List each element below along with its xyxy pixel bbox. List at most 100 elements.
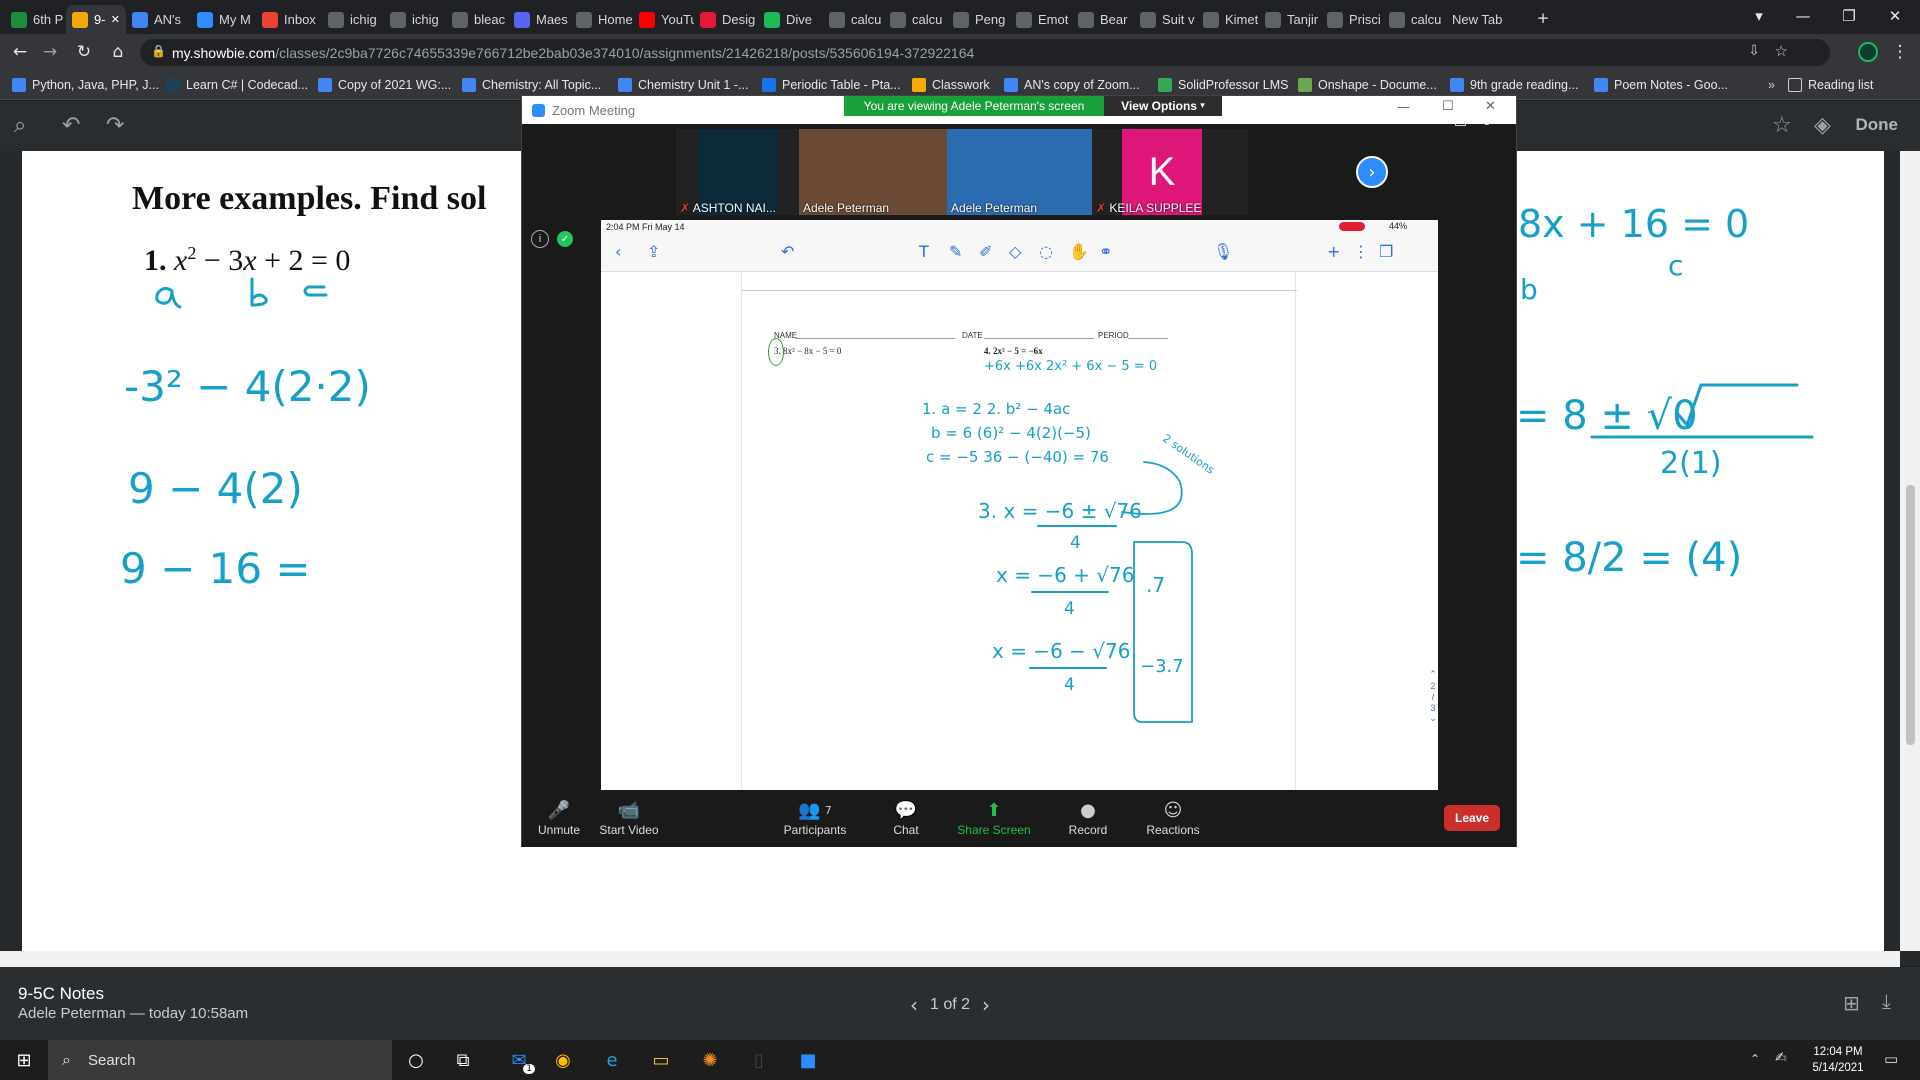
bookmark-item[interactable]: Chemistry Unit 1 -... <box>618 76 748 94</box>
mail-icon[interactable]: ✉ 1 <box>499 1044 539 1076</box>
participant-tile[interactable]: Adele Peterman <box>947 129 1103 215</box>
profile-avatar[interactable] <box>1856 40 1880 64</box>
browser-tab[interactable]: calcu <box>823 5 884 34</box>
fullscreen-icon[interactable]: ⤢ <box>1484 112 1495 128</box>
tray-chevron-icon[interactable]: ⌃ <box>1750 1052 1760 1066</box>
bookmark-item[interactable]: Onshape - Docume... <box>1298 76 1437 94</box>
next-page-icon[interactable]: › <box>982 993 990 1017</box>
worksheet-page[interactable]: NAME DATE PERIOD 3. 8x² − 8x − 5 = 0 4. … <box>741 272 1297 790</box>
leave-button[interactable]: Leave <box>1444 805 1500 831</box>
reactions-button[interactable]: ☺ Reactions <box>1128 797 1218 838</box>
participant-tile[interactable]: K ✗ KEILA SUPPLEE <box>1092 129 1248 215</box>
new-tab-icon[interactable]: + <box>1520 2 1566 34</box>
browser-tab[interactable]: Prisci <box>1321 5 1383 34</box>
taskbar-search[interactable]: ⌕ Search <box>48 1040 392 1080</box>
browser-tab[interactable]: 9- ✕ <box>66 5 126 34</box>
reload-icon[interactable]: ↻ <box>72 40 96 64</box>
browser-tab[interactable]: Bear <box>1072 5 1134 34</box>
minimize-icon[interactable]: — <box>1397 100 1410 115</box>
bookmark-item[interactable]: SolidProfessor LMS <box>1158 76 1288 94</box>
blender-icon[interactable]: ✺ <box>690 1044 730 1076</box>
shapes-icon[interactable]: ✋ <box>1069 242 1089 261</box>
browser-tab[interactable]: New Tab <box>1446 5 1516 34</box>
microphone-icon[interactable]: 🎙 <box>1213 242 1233 261</box>
page-scroller[interactable]: ⌃ 2 / 3 ⌄ <box>1426 670 1440 750</box>
prev-page-icon[interactable]: ‹ <box>910 993 918 1017</box>
chrome-icon[interactable]: ◉ <box>543 1044 583 1076</box>
browser-tab[interactable]: My M <box>191 5 256 34</box>
highlighter-icon[interactable]: ✐ <box>979 242 992 261</box>
share-icon[interactable]: ⇪ <box>647 242 660 261</box>
view-options-button[interactable]: View Options ▾ <box>1104 96 1222 116</box>
eraser-icon[interactable]: ◇ <box>1009 242 1021 261</box>
bookmarks-overflow-icon[interactable]: » <box>1768 76 1775 94</box>
tab-close-icon[interactable]: ✕ <box>111 13 120 26</box>
reading-list[interactable]: Reading list <box>1788 76 1873 94</box>
pen-tool-icon[interactable]: ✎ <box>949 242 962 261</box>
gallery-layout-icon[interactable]: ▤ <box>1454 112 1467 128</box>
browser-tab[interactable]: Tanjir <box>1259 5 1321 34</box>
meeting-info-icon[interactable]: i <box>531 230 549 248</box>
browser-tab[interactable]: Maes <box>508 5 570 34</box>
add-icon[interactable]: + <box>1327 242 1340 261</box>
scroll-up-icon[interactable]: ⌃ <box>1426 670 1440 681</box>
back-icon[interactable]: ← <box>8 40 32 64</box>
text-tool-icon[interactable]: T <box>919 242 929 261</box>
next-participants-icon[interactable]: › <box>1356 156 1388 188</box>
redo-icon[interactable]: ↷ <box>106 113 124 138</box>
bookmark-item[interactable]: Learn C# | Codecad... <box>166 76 308 94</box>
download-icon[interactable]: ⤓ <box>1882 989 1891 1013</box>
browser-menu-icon[interactable]: ⋮ <box>1888 40 1912 64</box>
browser-tab[interactable]: YouTu <box>633 5 694 34</box>
task-view-icon[interactable]: ⧉ <box>443 1044 483 1076</box>
minimize-icon[interactable]: — <box>1780 0 1826 32</box>
notifications-icon[interactable]: ▭ <box>1884 1050 1898 1068</box>
pages-icon[interactable]: ❐ <box>1379 242 1393 261</box>
browser-tab[interactable]: ichig <box>384 5 446 34</box>
layers-icon[interactable]: ◈ <box>1814 113 1831 138</box>
browser-tab[interactable]: Inbox <box>256 5 322 34</box>
zoom-taskbar-icon[interactable]: ■ <box>788 1044 828 1076</box>
browser-tab[interactable]: calcu <box>884 5 947 34</box>
undo-icon[interactable]: ↶ <box>62 113 80 138</box>
address-bar[interactable]: 🔒 my.showbie.com/classes/2c9ba7726c74655… <box>140 39 1830 66</box>
install-icon[interactable]: ⇩ <box>1748 43 1760 59</box>
bookmark-item[interactable]: Python, Java, PHP, J... <box>12 76 159 94</box>
browser-tab[interactable]: AN's <box>126 5 191 34</box>
close-icon[interactable]: ✕ <box>1872 0 1918 32</box>
undo-icon[interactable]: ↶ <box>781 242 794 261</box>
browser-tab[interactable]: Peng <box>947 5 1010 34</box>
zoom-search-icon[interactable]: ⌕ <box>14 113 26 138</box>
browser-tab[interactable]: Home <box>570 5 633 34</box>
horizontal-scrollbar[interactable] <box>0 951 1900 967</box>
chat-button[interactable]: 💬 Chat <box>861 797 951 838</box>
edge-icon[interactable]: e <box>592 1044 632 1076</box>
browser-tab[interactable]: calcu <box>1383 5 1446 34</box>
browser-tab[interactable]: Desig <box>694 5 758 34</box>
browser-tab[interactable]: 6th P <box>5 5 66 34</box>
browser-tab[interactable]: bleac <box>446 5 508 34</box>
add-page-icon[interactable]: ⊞ <box>1843 991 1860 1015</box>
link-icon[interactable]: ⚭ <box>1099 242 1112 261</box>
scroll-down-icon[interactable]: ⌄ <box>1426 714 1440 725</box>
bookmark-star-icon[interactable]: ☆ <box>1775 42 1788 60</box>
bookmark-item[interactable]: 9th grade reading... <box>1450 76 1578 94</box>
windows-start-icon[interactable]: ⊞ <box>4 1044 44 1076</box>
bookmark-item[interactable]: Chemistry: All Topic... <box>462 76 601 94</box>
browser-tab[interactable]: ichig <box>322 5 384 34</box>
pen-icon[interactable]: ✍ <box>1775 1050 1787 1066</box>
restore-icon[interactable]: ❐ <box>1826 0 1872 32</box>
more-icon[interactable]: ⋮ <box>1353 242 1369 261</box>
browser-tab[interactable]: Suit v <box>1134 5 1197 34</box>
back-icon[interactable]: ‹ <box>615 242 621 261</box>
file-explorer-icon[interactable]: ▭ <box>641 1044 681 1076</box>
participants-button[interactable]: 👥 7 Participants <box>770 797 860 838</box>
bookmark-item[interactable]: AN's copy of Zoom... <box>1004 76 1140 94</box>
vertical-scroll-thumb[interactable] <box>1906 485 1915 745</box>
bookmark-item[interactable]: Copy of 2021 WG:... <box>318 76 451 94</box>
app-icon[interactable]: ▯ <box>739 1044 779 1076</box>
browser-tab[interactable]: Dive <box>758 5 823 34</box>
browser-tab[interactable]: Emot <box>1010 5 1072 34</box>
forward-icon[interactable]: → <box>38 40 62 64</box>
tab-search-icon[interactable]: ▾ <box>1736 0 1782 32</box>
